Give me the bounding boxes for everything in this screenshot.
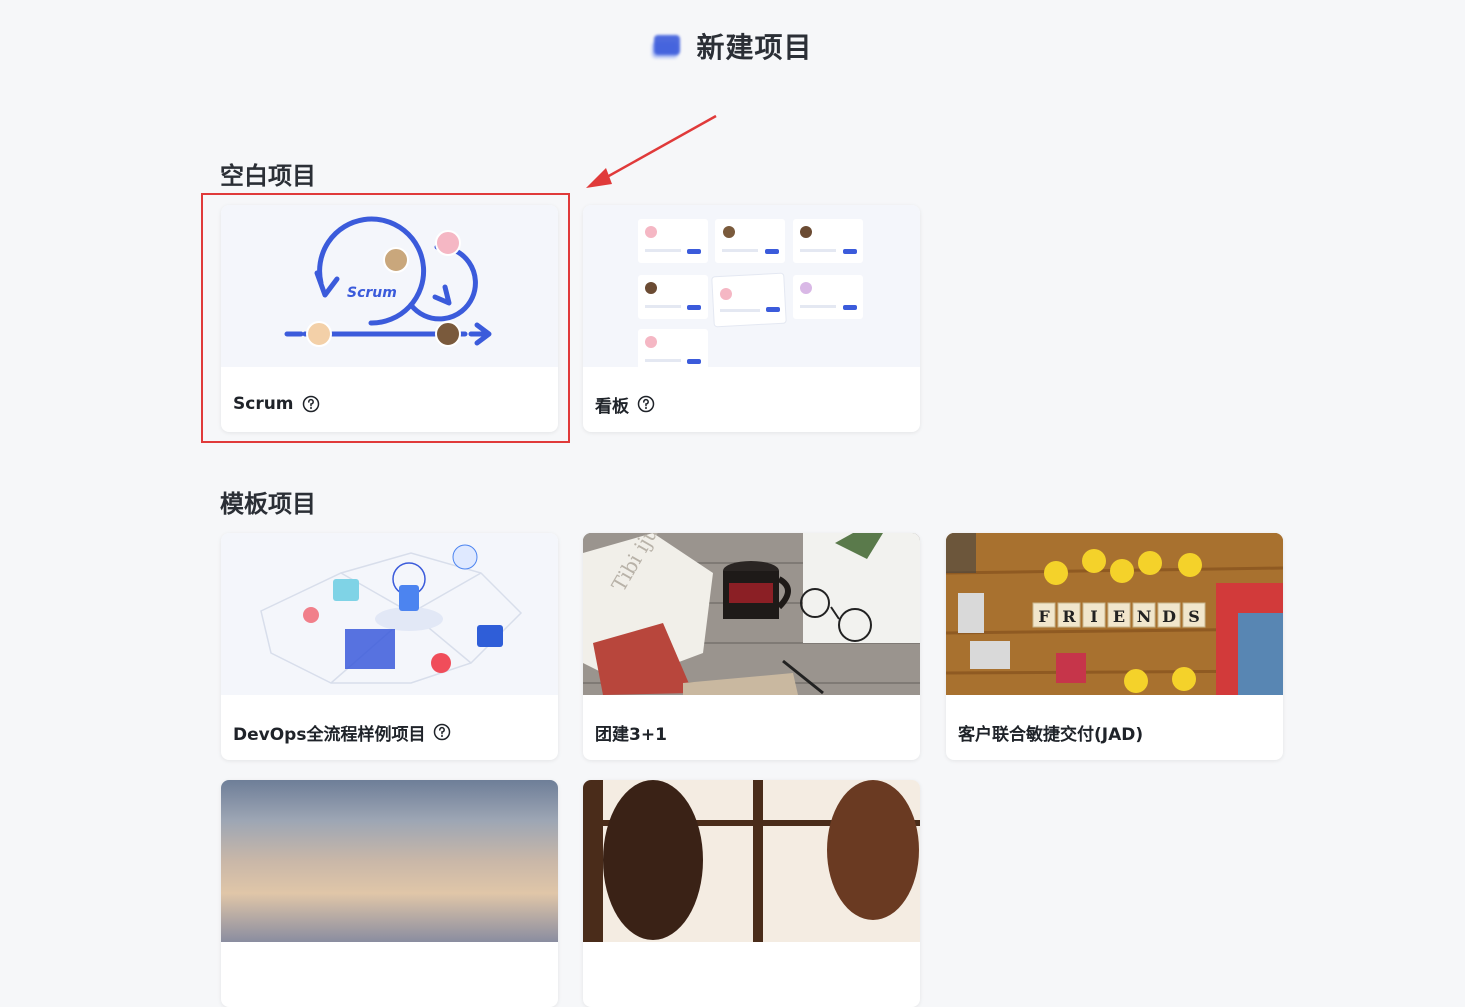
card-footer: 看板: [595, 391, 655, 417]
card-label: DevOps全流程样例项目: [233, 724, 426, 745]
scrabble-tile-r: R: [1062, 607, 1076, 626]
section-title-template: 模板项目: [220, 490, 316, 518]
page-header: 新建项目: [0, 26, 1465, 66]
jad-template-card[interactable]: F R I E N D S 客户联合敏捷交付(JAD): [946, 533, 1283, 760]
card-footer: 客户联合敏捷交付(JAD): [958, 719, 1143, 745]
annotation-arrow: [586, 114, 717, 188]
scrabble-tile-s: S: [1188, 607, 1200, 626]
question-circle-icon[interactable]: [433, 723, 451, 741]
annotation-highlight-box: [201, 193, 570, 443]
card-label: 看板: [595, 396, 629, 417]
scrabble-tile-n: N: [1137, 607, 1152, 626]
project-logo-icon: [652, 32, 682, 60]
kanban-project-card[interactable]: 看板: [583, 205, 920, 432]
section-title-blank: 空白项目: [220, 162, 316, 190]
scrabble-tile-i: I: [1090, 607, 1097, 626]
devops-illustration: [221, 533, 558, 695]
scrabble-tile-f: F: [1038, 607, 1050, 626]
team-building-template-card[interactable]: Tibi ijudi 团建3+1: [583, 533, 920, 760]
card-footer: 团建3+1: [595, 719, 667, 745]
card-label: 客户联合敏捷交付(JAD): [958, 724, 1144, 745]
sky-photo: [221, 780, 558, 942]
devops-template-card[interactable]: DevOps全流程样例项目: [221, 533, 558, 760]
scrabble-tile-d: D: [1162, 607, 1176, 626]
card-label: 团建3+1: [595, 724, 667, 745]
question-circle-icon[interactable]: [637, 395, 655, 413]
kanban-illustration: [583, 205, 920, 367]
people-template-card[interactable]: [583, 780, 920, 1007]
sky-template-card[interactable]: [221, 780, 558, 1007]
books-photo: Tibi ijudi: [583, 533, 920, 695]
scrabble-tile-e: E: [1113, 607, 1125, 626]
card-footer: DevOps全流程样例项目: [233, 719, 451, 745]
friends-photo: F R I E N D S: [946, 533, 1283, 695]
page-title: 新建项目: [696, 31, 813, 64]
people-photo: [583, 780, 920, 942]
